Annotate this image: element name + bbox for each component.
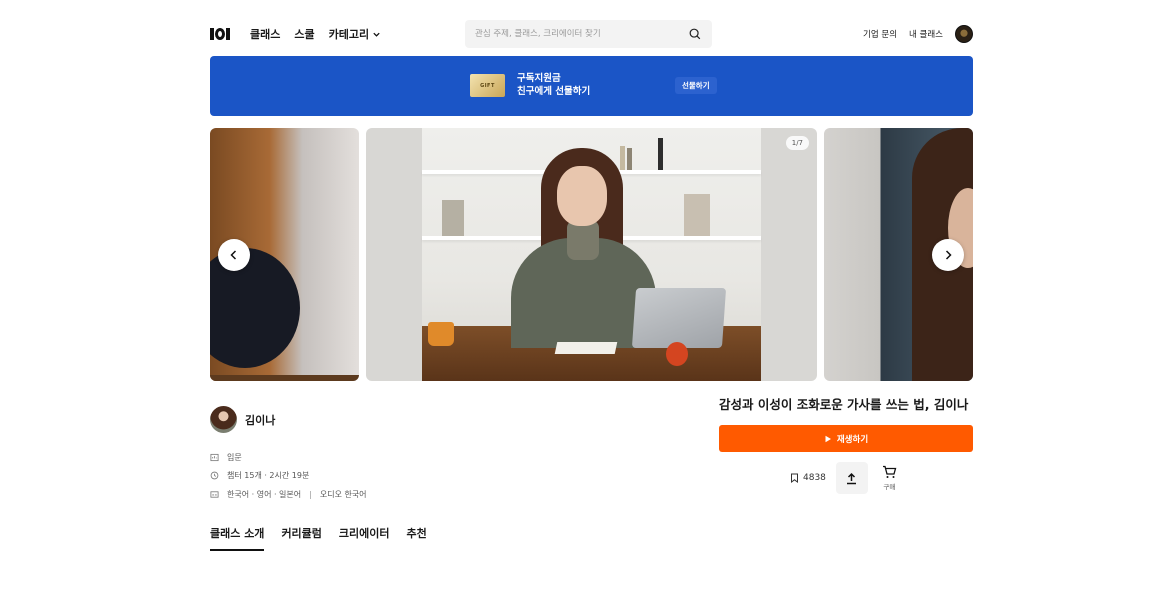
chevron-left-icon <box>230 250 237 260</box>
meta-languages: 한국어 · 영어 · 일본어 | 오디오 한국어 <box>210 489 367 500</box>
nav-class[interactable]: 클래스 <box>250 26 280 42</box>
tab-intro[interactable]: 클래스 소개 <box>210 525 265 551</box>
papers <box>554 342 618 354</box>
frame <box>684 194 710 236</box>
audio-text: 오디오 한국어 <box>319 490 367 499</box>
carousel-prev-button[interactable] <box>218 239 250 271</box>
banner-text: 구독지원금 친구에게 선물하기 <box>517 72 590 98</box>
separator: | <box>309 490 312 499</box>
promo-banner[interactable]: GIFT 구독지원금 친구에게 선물하기 선물하기 <box>210 56 973 116</box>
level-text: 입문 <box>227 453 242 462</box>
chevron-right-icon <box>945 250 952 260</box>
frame <box>442 200 464 236</box>
duration-text: 챕터 15개 · 2시간 19분 <box>227 471 310 480</box>
bookmark-button[interactable]: 4838 <box>790 473 826 483</box>
search-box <box>465 20 712 48</box>
nav-category[interactable]: 카테고리 <box>329 26 381 42</box>
search-icon[interactable] <box>688 27 702 41</box>
meta-duration: 챕터 15개 · 2시간 19분 <box>210 470 309 481</box>
play-icon <box>825 435 831 442</box>
gift-card-icon: GIFT <box>470 74 505 97</box>
vase <box>666 342 688 366</box>
carousel-slide-current[interactable]: 1/7 <box>366 128 817 381</box>
gift-button[interactable]: 선물하기 <box>675 77 717 94</box>
clock-icon <box>210 471 219 480</box>
buy-label: 구매 <box>883 483 896 491</box>
languages-text: 한국어 · 영어 · 일본어 <box>227 490 302 499</box>
nav-school[interactable]: 스쿨 <box>294 26 314 42</box>
my-class-link[interactable]: 내 클래스 <box>909 28 943 40</box>
bookmark-icon <box>791 473 798 483</box>
banner-line1: 구독지원금 <box>517 73 561 84</box>
slide-image-desk <box>210 375 359 381</box>
header: 클래스 스쿨 카테고리 기업 문의 내 클래스 <box>210 18 973 50</box>
play-label: 재생하기 <box>836 434 869 445</box>
buy-button[interactable]: 구매 <box>882 465 897 491</box>
avatar-icon[interactable] <box>955 25 973 43</box>
search-input[interactable] <box>475 29 688 39</box>
class-tabs: 클래스 소개 커리큘럼 크리에이터 추천 <box>210 525 427 551</box>
creator-profile[interactable]: 김이나 <box>210 406 275 433</box>
play-button[interactable]: 재생하기 <box>719 425 973 452</box>
main-nav: 클래스 스쿨 카테고리 <box>250 26 381 42</box>
class-title: 감성과 이성이 조화로운 가사를 쓰는 법, 김이나 <box>719 397 969 412</box>
chevron-down-icon <box>373 32 380 37</box>
nav-category-label: 카테고리 <box>328 28 370 41</box>
sweater <box>567 220 599 260</box>
bookmark-count: 4838 <box>803 473 826 483</box>
enterprise-link[interactable]: 기업 문의 <box>863 28 897 40</box>
slide-counter: 1/7 <box>785 136 809 150</box>
tab-creator[interactable]: 크리에이터 <box>339 525 390 551</box>
face <box>557 166 607 226</box>
cup <box>428 322 454 346</box>
logo-icon[interactable] <box>210 27 230 41</box>
banner-line2: 친구에게 선물하기 <box>517 86 591 97</box>
tab-curriculum[interactable]: 커리큘럼 <box>281 525 321 551</box>
tab-recommend[interactable]: 추천 <box>407 525 427 551</box>
creator-name: 김이나 <box>245 413 276 427</box>
book <box>658 138 663 170</box>
share-button[interactable] <box>835 462 868 494</box>
laptop <box>631 288 727 348</box>
share-icon <box>847 472 857 484</box>
class-actions: 4838 구매 <box>790 462 897 494</box>
cart-icon <box>882 465 897 478</box>
carousel-next-button[interactable] <box>932 239 964 271</box>
subtitle-icon <box>210 491 219 498</box>
meta-level: 입문 <box>210 452 242 463</box>
creator-avatar <box>210 406 237 433</box>
level-icon <box>210 453 219 462</box>
header-right: 기업 문의 내 클래스 <box>863 18 973 50</box>
